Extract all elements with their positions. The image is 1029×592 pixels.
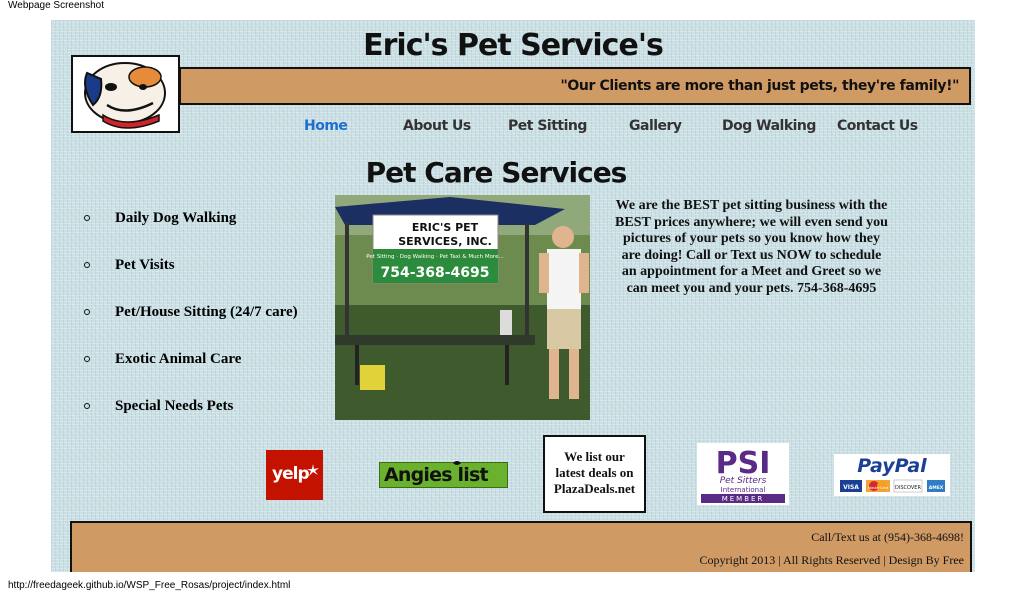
bullet-icon <box>84 262 90 268</box>
nav-contact-us[interactable]: Contact Us <box>837 118 918 134</box>
bullet-icon <box>84 356 90 362</box>
banner-line2: SERVICES, INC. <box>398 235 492 248</box>
card-amex: AMEX <box>929 485 944 491</box>
footer: Call/Text us at (954)-368-4698! Copyrigh… <box>70 521 972 572</box>
booth-photo-image: ERIC'S PET SERVICES, INC. Pet Sitting · … <box>335 195 590 420</box>
psi-logo-icon: PSI Pet Sitters International MEMBER <box>701 446 785 503</box>
page-container: Eric's Pet Service's "Our Clients are mo… <box>51 20 975 572</box>
plazadeals-label: We list our latest deals on PlazaDeals.n… <box>553 449 636 496</box>
paypal-badge[interactable]: PayPal VISA MasterCard DISCOVER AMEX <box>834 454 950 496</box>
main-nav: Home About Us Pet Sitting Gallery Dog Wa… <box>51 118 975 138</box>
service-label: Exotic Animal Care <box>115 351 242 367</box>
nav-gallery[interactable]: Gallery <box>629 118 682 134</box>
list-item: Pet/House Sitting (24/7 care) <box>81 302 298 349</box>
service-label: Pet Visits <box>115 257 175 273</box>
bullet-icon <box>84 215 90 221</box>
banner-line1: ERIC'S PET <box>412 221 479 234</box>
paypal-logo-icon: PayPal VISA MasterCard DISCOVER AMEX <box>840 455 945 493</box>
list-item: Daily Dog Walking <box>81 208 298 255</box>
services-list: Daily Dog Walking Pet Visits Pet/House S… <box>81 208 298 443</box>
footer-contact: Call/Text us at (954)-368-4698! <box>811 530 964 544</box>
psi-sub2-label: International <box>721 486 766 494</box>
angies-list-icon <box>453 461 461 465</box>
yelp-burst-icon <box>307 464 319 476</box>
service-label: Special Needs Pets <box>115 398 234 414</box>
psi-member-label: MEMBER <box>722 495 765 503</box>
list-item: Exotic Animal Care <box>81 349 298 396</box>
service-label: Daily Dog Walking <box>115 210 237 226</box>
card-discover: DISCOVER <box>895 485 921 491</box>
intro-blurb: We are the BEST pet sitting business wit… <box>615 198 888 296</box>
nav-about-us[interactable]: About Us <box>403 118 471 134</box>
services-heading: Pet Care Services <box>365 156 628 189</box>
footer-copyright: Copyright 2013 | All Rights Reserved | D… <box>699 553 964 567</box>
bullet-icon <box>84 403 90 409</box>
angies-list-badge[interactable]: Angies list <box>379 461 508 488</box>
banner-phone: 754-368-4695 <box>380 265 489 281</box>
psi-sub1-label: Pet Sitters <box>720 476 767 486</box>
yelp-badge[interactable]: yelp <box>266 450 323 500</box>
card-visa: VISA <box>843 484 859 491</box>
screenshot-caption: Webpage Screenshot <box>8 0 104 11</box>
booth-photo: ERIC'S PET SERVICES, INC. Pet Sitting · … <box>335 195 590 420</box>
angies-list-label: Angies list <box>384 464 489 486</box>
list-item: Special Needs Pets <box>81 396 298 443</box>
bullet-icon <box>84 309 90 315</box>
banner-services: Pet Sitting · Dog Walking · Pet Taxi & M… <box>366 254 504 260</box>
card-mastercard: MasterCard <box>868 486 888 490</box>
psi-badge[interactable]: PSI Pet Sitters International MEMBER <box>697 443 789 505</box>
nav-pet-sitting[interactable]: Pet Sitting <box>508 118 587 134</box>
nav-home[interactable]: Home <box>304 118 348 134</box>
service-label: Pet/House Sitting (24/7 care) <box>115 304 298 320</box>
screenshot-url: http://freedageek.github.io/WSP_Free_Ros… <box>8 580 291 591</box>
nav-dog-walking[interactable]: Dog Walking <box>722 118 816 134</box>
paypal-label: PayPal <box>857 455 927 477</box>
tagline-bar: "Our Clients are more than just pets, th… <box>179 67 971 105</box>
site-title: Eric's Pet Service's <box>363 28 664 63</box>
yelp-label: yelp <box>272 464 310 484</box>
list-item: Pet Visits <box>81 255 298 302</box>
tagline: "Our Clients are more than just pets, th… <box>560 78 960 94</box>
plazadeals-badge[interactable]: We list our latest deals on PlazaDeals.n… <box>543 435 646 513</box>
